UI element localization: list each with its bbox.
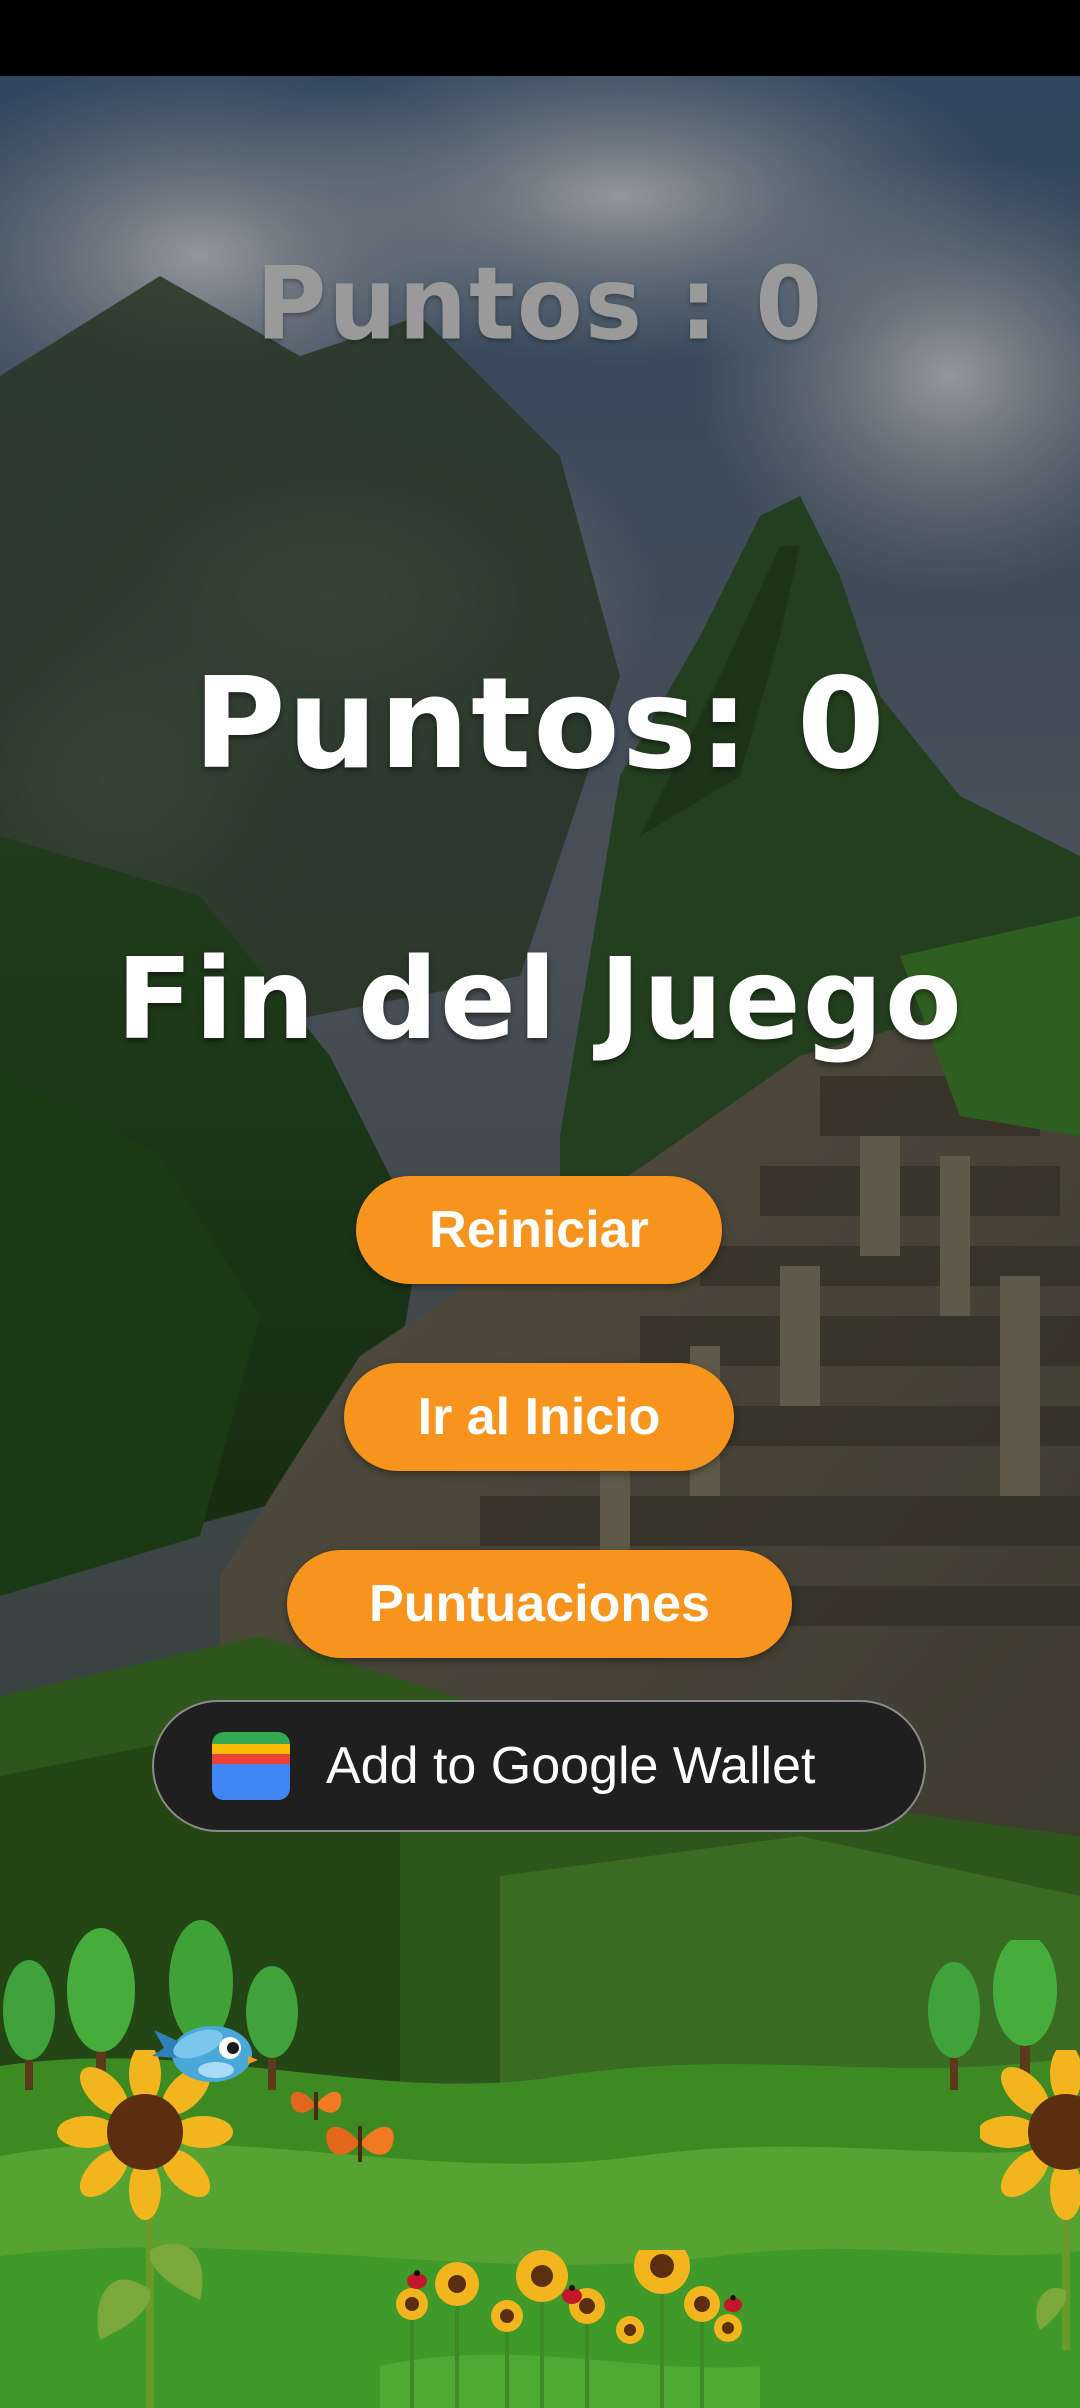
sunflower-cluster-icon [396, 2250, 742, 2408]
go-home-button[interactable]: Ir al Inicio [344, 1363, 734, 1471]
bird-sprite [152, 2026, 258, 2082]
ladybug-icon [724, 2295, 742, 2313]
sunflower-left-icon [57, 2050, 233, 2408]
game-screen: Puntos : 0 Puntos: 0 Fin del Juego Reini… [0, 0, 1080, 2408]
ladybug-icon [407, 2270, 427, 2289]
tree-icon [928, 1962, 980, 2090]
scores-button[interactable]: Puntuaciones [287, 1550, 792, 1658]
game-over-title: Fin del Juego [116, 935, 964, 1065]
butterfly-icon [326, 2126, 394, 2162]
sunflower-right-icon [980, 2050, 1080, 2350]
google-wallet-icon [212, 1732, 290, 1800]
add-to-google-wallet-button[interactable]: Add to Google Wallet [152, 1700, 926, 1832]
restart-button[interactable]: Reiniciar [356, 1176, 722, 1284]
status-bar [0, 0, 1080, 76]
wallet-button-label: Add to Google Wallet [326, 1737, 816, 1795]
hud-score: Puntos : 0 [255, 245, 825, 363]
final-score: Puntos: 0 [193, 650, 887, 797]
tree-icon [3, 1960, 55, 2090]
ladybug-icon [562, 2285, 582, 2304]
